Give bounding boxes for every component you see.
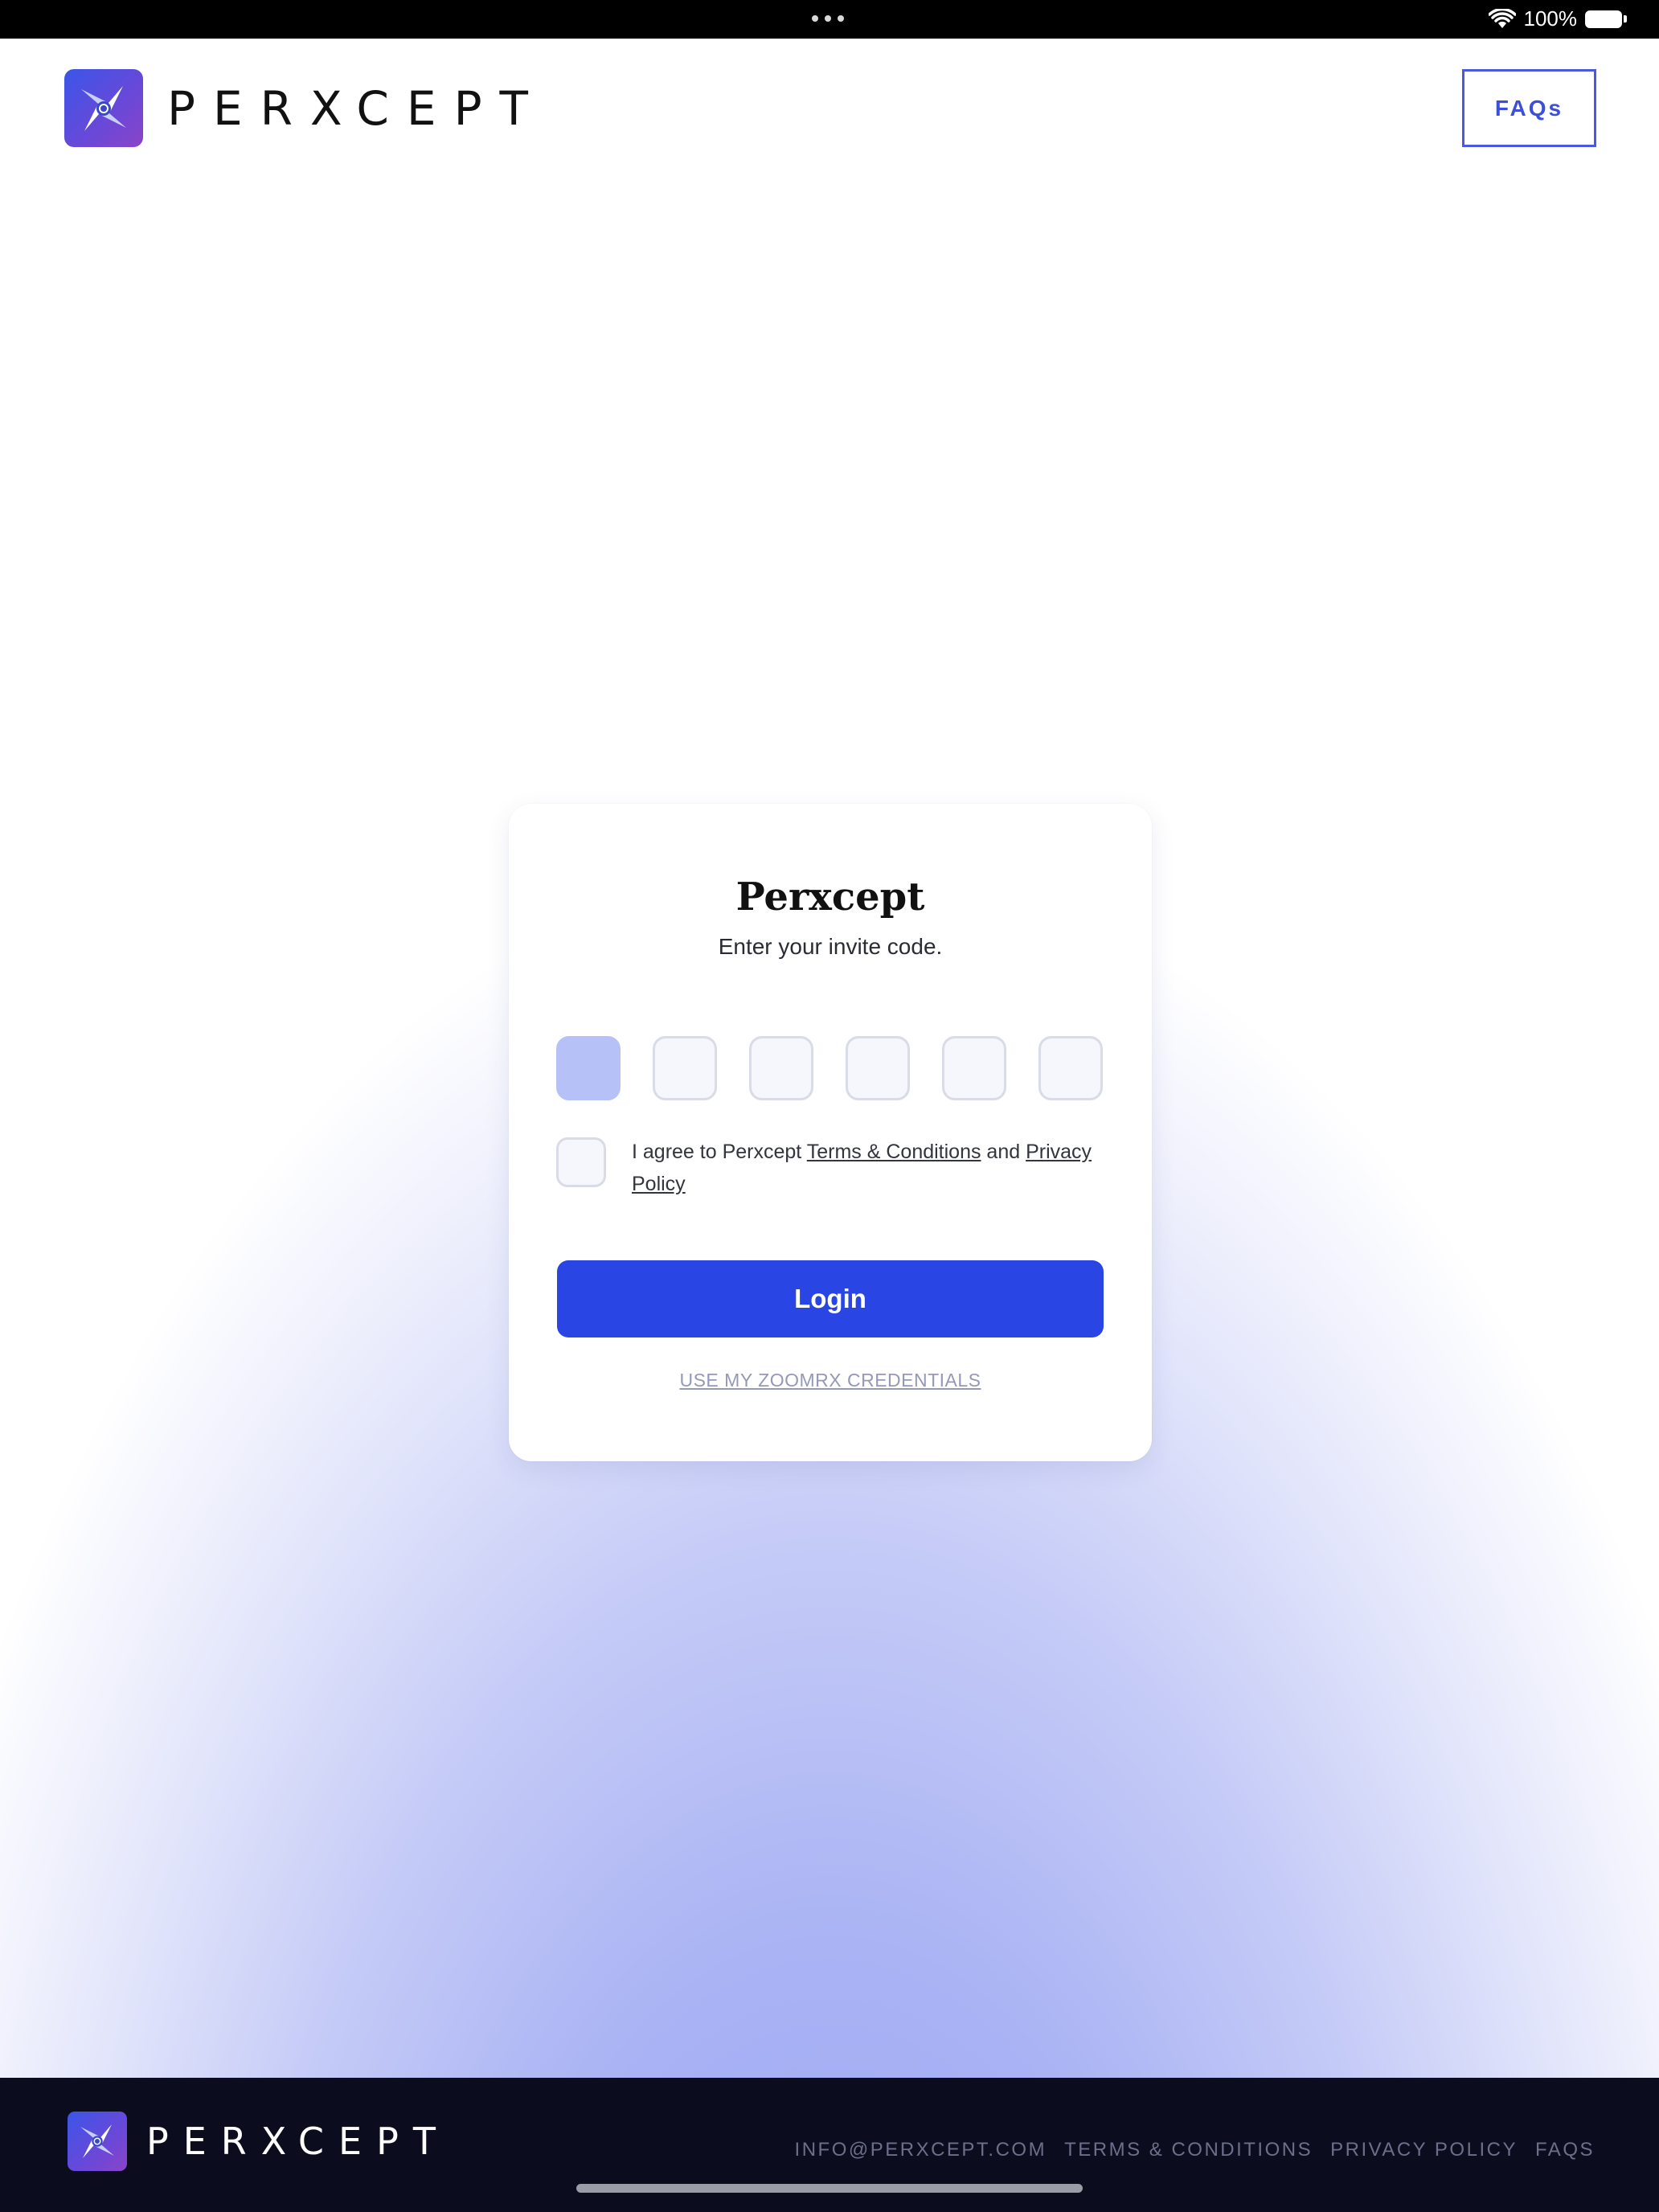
status-right: 100% bbox=[1488, 6, 1627, 31]
agree-row: I agree to Perxcept Terms & Conditions a… bbox=[556, 1137, 1111, 1200]
code-digit-4[interactable] bbox=[846, 1036, 910, 1100]
faqs-button[interactable]: FAQs bbox=[1462, 69, 1596, 147]
compass-logo-icon bbox=[68, 2112, 127, 2171]
code-digit-6[interactable] bbox=[1038, 1036, 1103, 1100]
brand-wordmark: PERXCEPT bbox=[167, 80, 546, 136]
footer-wordmark: PERXCEPT bbox=[146, 2120, 450, 2163]
terms-link[interactable]: Terms & Conditions bbox=[807, 1141, 981, 1163]
card-title: Perxcept bbox=[735, 875, 925, 920]
footer-brand-logo[interactable]: PERXCEPT bbox=[68, 2112, 450, 2171]
code-digit-2[interactable] bbox=[653, 1036, 717, 1100]
login-button[interactable]: Login bbox=[557, 1260, 1104, 1337]
agree-checkbox[interactable] bbox=[556, 1137, 606, 1187]
code-digit-3[interactable] bbox=[749, 1036, 813, 1100]
agree-text: I agree to Perxcept Terms & Conditions a… bbox=[632, 1141, 1092, 1195]
code-digit-5[interactable] bbox=[942, 1036, 1006, 1100]
footer-links: INFO@PERXCEPT.COM TERMS & CONDITIONS PRI… bbox=[795, 2139, 1595, 2161]
home-indicator[interactable] bbox=[576, 2184, 1083, 2193]
battery-icon bbox=[1585, 10, 1627, 28]
status-bar: 100% bbox=[0, 0, 1659, 39]
compass-logo-icon bbox=[64, 69, 143, 147]
footer-email-link[interactable]: INFO@PERXCEPT.COM bbox=[795, 2139, 1047, 2161]
footer-terms-link[interactable]: TERMS & CONDITIONS bbox=[1064, 2139, 1313, 2161]
footer-faqs-link[interactable]: FAQS bbox=[1535, 2139, 1595, 2161]
battery-percent: 100% bbox=[1523, 6, 1578, 31]
footer-privacy-link[interactable]: PRIVACY POLICY bbox=[1330, 2139, 1518, 2161]
login-card: Perxcept Enter your invite code. I agree… bbox=[509, 804, 1152, 1461]
more-dots-icon[interactable] bbox=[812, 15, 844, 22]
wifi-icon bbox=[1488, 8, 1516, 28]
zoomrx-credentials-link[interactable]: USE MY ZOOMRX CREDENTIALS bbox=[509, 1370, 1152, 1391]
brand-logo[interactable]: PERXCEPT bbox=[64, 69, 546, 147]
code-digit-1[interactable] bbox=[556, 1036, 621, 1100]
card-subtitle: Enter your invite code. bbox=[718, 934, 943, 959]
footer: PERXCEPT INFO@PERXCEPT.COM TERMS & CONDI… bbox=[0, 2078, 1659, 2212]
invite-code-input bbox=[556, 1036, 1103, 1100]
